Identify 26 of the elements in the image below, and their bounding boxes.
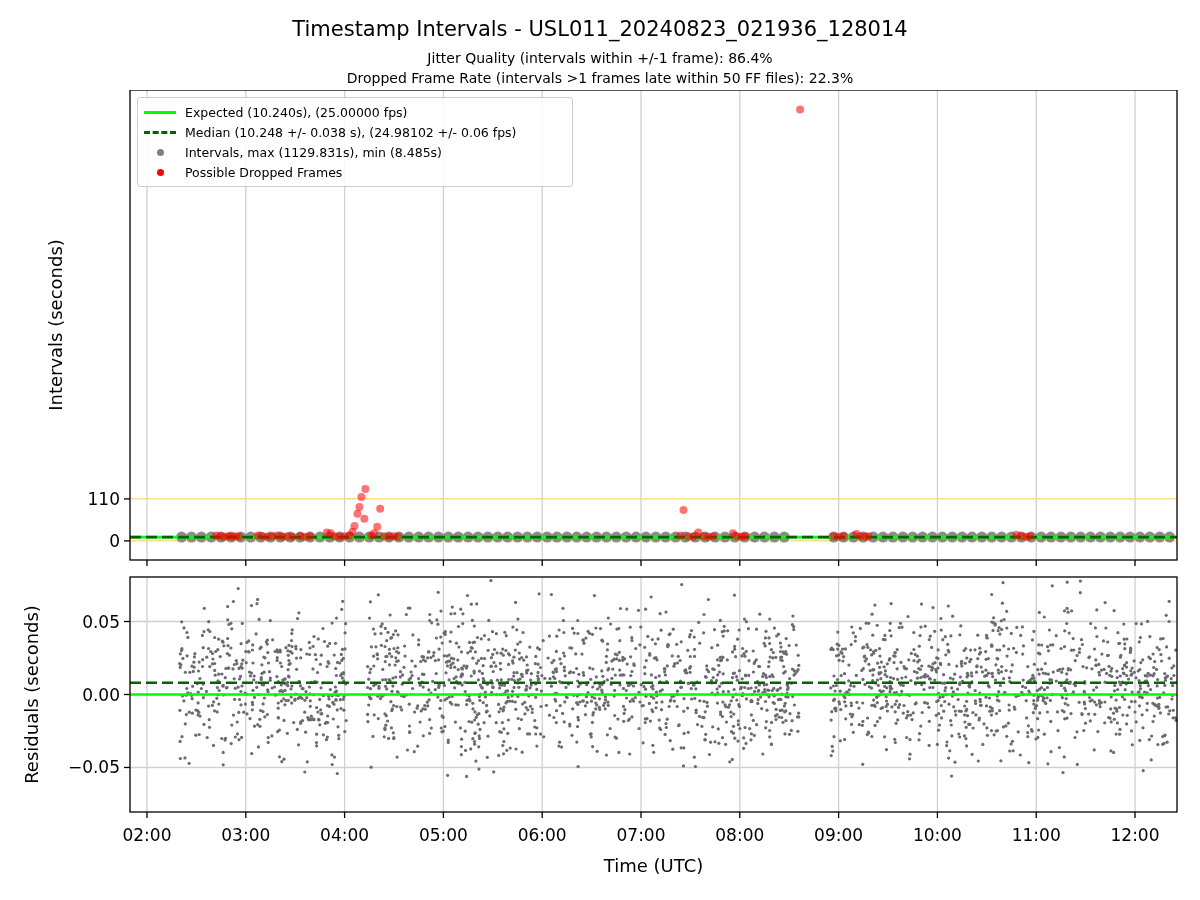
chart-subtitle: Jitter Quality (intervals within +/-1 frame): 86.4%: [427, 49, 773, 68]
y-tick-label: 110: [87, 488, 120, 509]
x-tick-label: 02:00: [122, 825, 172, 845]
y-tick-label: 0.05: [82, 611, 120, 632]
y-tick-label: −0.05: [67, 757, 120, 778]
chart-title: Timestamp Intervals - USL011_20240823_021936_128014: [292, 16, 908, 44]
x-tick-label: 12:00: [1110, 825, 1160, 845]
x-tick-label: 08:00: [715, 825, 765, 845]
legend-label: Expected (10.240s), (25.00000 fps): [185, 104, 408, 120]
y-tick-label: 0: [109, 530, 120, 551]
y-axis-label: Residuals (seconds): [21, 605, 42, 784]
legend-label: Median (10.248 +/- 0.038 s), (24.98102 +/- 0.06 fps): [185, 124, 517, 140]
x-tick-label: 10:00: [912, 825, 962, 845]
x-tick-label: 11:00: [1011, 825, 1061, 845]
x-tick-label: 03:00: [221, 825, 271, 845]
y-tick-label: 0.00: [82, 684, 120, 705]
x-tick-label: 06:00: [517, 825, 567, 845]
chart-subtitle: Dropped Frame Rate (intervals >1 frames late within 50 FF files): 22.3%: [346, 69, 854, 88]
legend-label: Intervals, max (1129.831s), min (8.485s): [185, 144, 442, 160]
x-tick-label: 04:00: [320, 825, 370, 845]
x-tick-label: 07:00: [616, 825, 666, 845]
x-tick-label: 09:00: [814, 825, 864, 845]
x-axis-label: Time (UTC): [603, 855, 704, 876]
legend-label: Possible Dropped Frames: [185, 164, 343, 180]
y-axis-label: Intervals (seconds): [45, 239, 66, 411]
x-tick-label: 05:00: [418, 825, 468, 845]
